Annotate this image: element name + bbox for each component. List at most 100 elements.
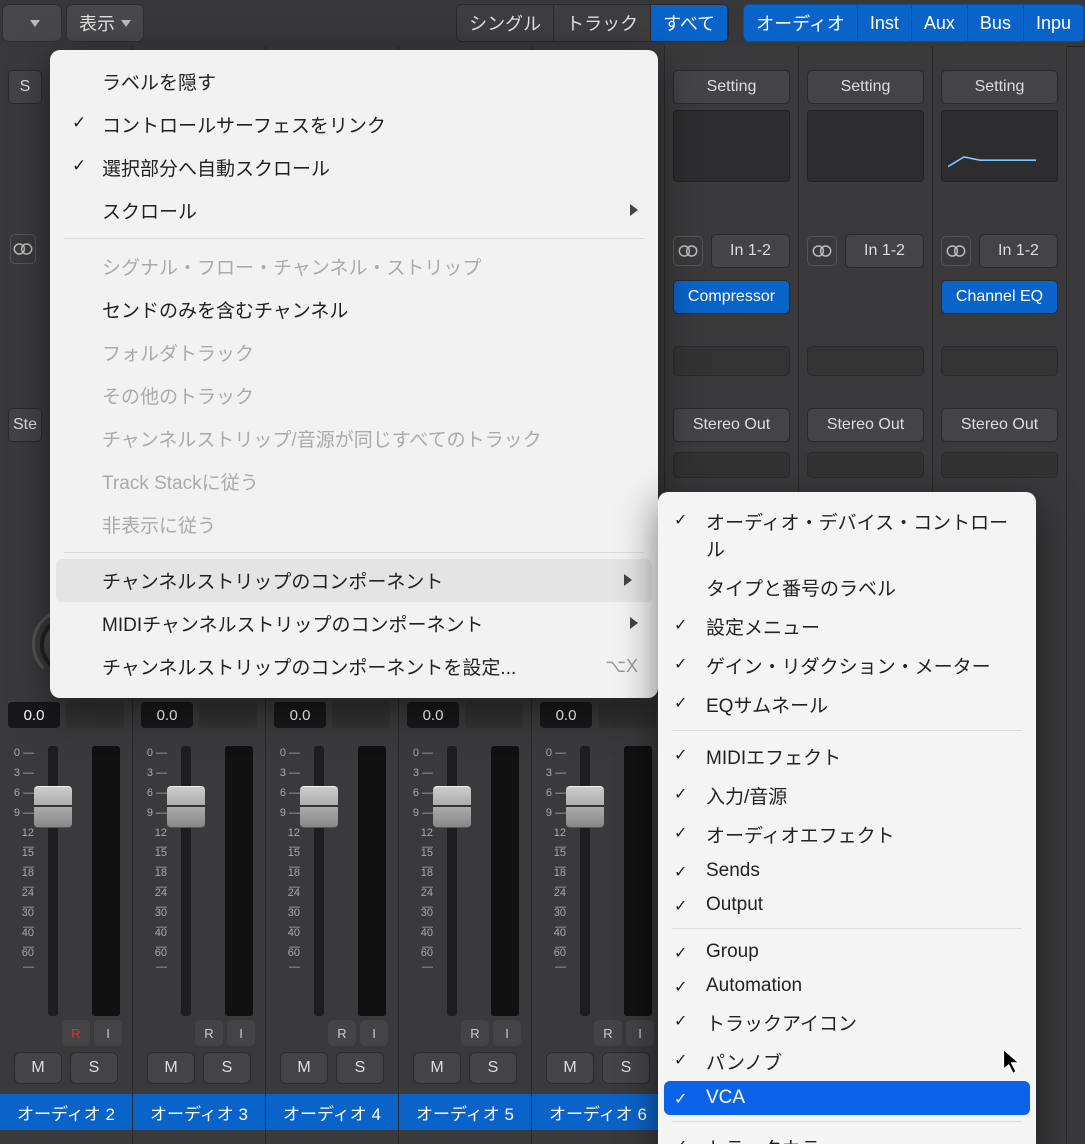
fader-cap[interactable] — [566, 786, 604, 828]
input-slot[interactable]: In 1-2 — [711, 234, 790, 268]
output-slot[interactable]: Ste — [8, 408, 42, 442]
filter-tabs-center: シングルトラックすべて — [456, 4, 729, 42]
submenu-item[interactable]: ✓トラックアイコン — [658, 1003, 1036, 1042]
menu-item[interactable]: スクロール — [50, 189, 658, 232]
empty-slot[interactable] — [673, 346, 790, 376]
menu-item[interactable]: チャンネルストリップのコンポーネントを設定...⌥X — [50, 645, 658, 688]
input-monitor-button[interactable]: I — [493, 1020, 521, 1046]
solo-button[interactable]: S — [336, 1052, 384, 1084]
eq-thumbnail[interactable] — [941, 110, 1058, 182]
menu-item[interactable]: ラベルを隠す — [50, 60, 658, 103]
track-name-label[interactable]: オーディオ 4 — [266, 1094, 398, 1130]
submenu-item[interactable]: ✓入力/音源 — [658, 776, 1036, 815]
type-tab-Inst[interactable]: Inst — [858, 5, 912, 41]
filter-tab-すべて[interactable]: すべて — [651, 5, 728, 41]
level-meter — [358, 746, 386, 1016]
submenu-item[interactable]: ✓オーディオエフェクト — [658, 815, 1036, 854]
submenu-item[interactable]: ✓Sends — [658, 854, 1036, 888]
insert-slot[interactable]: Compressor — [673, 280, 790, 314]
fader-cap[interactable] — [167, 786, 205, 828]
input-monitor-button[interactable]: I — [626, 1020, 654, 1046]
checkmark-icon: ✓ — [674, 784, 687, 804]
stereo-icon[interactable] — [673, 236, 703, 266]
output-slot[interactable]: Stereo Out — [673, 408, 790, 442]
submenu-item[interactable]: ✓Automation — [658, 969, 1036, 1003]
empty-slot[interactable] — [941, 346, 1058, 376]
track-name-label[interactable]: オーディオ 5 — [399, 1094, 531, 1130]
setting-button[interactable]: Setting — [941, 70, 1058, 104]
fader-cap[interactable] — [300, 786, 338, 828]
solo-button[interactable]: S — [203, 1052, 251, 1084]
toolbar-dropdown-left[interactable] — [2, 4, 62, 42]
submenu-item[interactable]: ✓VCA — [664, 1081, 1030, 1115]
menu-item[interactable]: チャンネルストリップのコンポーネント — [56, 559, 652, 602]
menu-item[interactable]: MIDIチャンネルストリップのコンポーネント — [50, 602, 658, 645]
fader-cap[interactable] — [433, 786, 471, 828]
record-enable-button[interactable]: R — [328, 1020, 356, 1046]
input-slot[interactable]: In 1-2 — [979, 234, 1058, 268]
stereo-icon[interactable] — [807, 236, 837, 266]
solo-button[interactable]: S — [469, 1052, 517, 1084]
submenu-item[interactable]: ✓MIDIエフェクト — [658, 737, 1036, 776]
menu-item[interactable]: ✓選択部分へ自動スクロール — [50, 146, 658, 189]
output-slot[interactable]: Stereo Out — [807, 408, 924, 442]
input-monitor-button[interactable]: I — [94, 1020, 122, 1046]
mute-button[interactable]: M — [546, 1052, 594, 1084]
fader-area: 0 —3 —6 —9 —12 —15 —18 —24 —30 —40 —60 — — [399, 746, 531, 1016]
output-slot[interactable]: Stereo Out — [941, 408, 1058, 442]
submenu-item[interactable]: ✓EQサムネール — [658, 685, 1036, 724]
empty-slot[interactable] — [807, 452, 924, 478]
solo-button[interactable]: S — [70, 1052, 118, 1084]
input-slot[interactable]: In 1-2 — [845, 234, 924, 268]
track-name-label[interactable]: オーディオ 2 — [0, 1094, 132, 1130]
type-tab-Bus[interactable]: Bus — [968, 5, 1024, 41]
mute-button[interactable]: M — [280, 1052, 328, 1084]
eq-thumbnail[interactable] — [673, 110, 790, 182]
menu-item: チャンネルストリップ/音源が同じすべてのトラック — [50, 417, 658, 460]
mute-button[interactable]: M — [413, 1052, 461, 1084]
track-name-label[interactable]: オーディオ 3 — [133, 1094, 265, 1130]
input-monitor-button[interactable]: I — [227, 1020, 255, 1046]
fader-cap[interactable] — [34, 786, 72, 828]
eq-thumbnail[interactable] — [807, 110, 924, 182]
mute-button[interactable]: M — [14, 1052, 62, 1084]
submenu-item[interactable]: ✓トラックカラー — [658, 1128, 1036, 1144]
submenu-item[interactable]: ✓Output — [658, 888, 1036, 922]
fader-ruler: 0 —3 —6 —9 —12 —15 —18 —24 —30 —40 —60 — — [8, 746, 38, 966]
record-enable-button[interactable]: R — [461, 1020, 489, 1046]
record-enable-button[interactable]: R — [594, 1020, 622, 1046]
view-menu-button[interactable]: 表示 — [66, 4, 144, 42]
input-monitor-button[interactable]: I — [360, 1020, 388, 1046]
submenu-item[interactable]: ✓設定メニュー — [658, 607, 1036, 646]
submenu-item[interactable]: ✓オーディオ・デバイス・コントロール — [658, 502, 1036, 568]
filter-tab-シングル[interactable]: シングル — [457, 5, 554, 41]
checkmark-icon: ✓ — [674, 654, 687, 674]
menu-item[interactable]: ✓コントロールサーフェスをリンク — [50, 103, 658, 146]
empty-slot[interactable] — [941, 452, 1058, 478]
setting-button[interactable]: Setting — [673, 70, 790, 104]
submenu-item[interactable]: ✓ゲイン・リダクション・メーター — [658, 646, 1036, 685]
empty-slot[interactable] — [807, 346, 924, 376]
setting-button[interactable]: S — [8, 70, 42, 104]
solo-button[interactable]: S — [602, 1052, 650, 1084]
level-meter — [491, 746, 519, 1016]
type-tab-オーディオ[interactable]: オーディオ — [744, 5, 858, 41]
record-enable-button[interactable]: R — [62, 1020, 90, 1046]
submenu-item[interactable]: ✓Group — [658, 935, 1036, 969]
type-tab-Inpu[interactable]: Inpu — [1024, 5, 1084, 41]
insert-slot[interactable]: Channel EQ — [941, 280, 1058, 314]
track-name-label[interactable]: オーディオ 6 — [532, 1094, 664, 1130]
filter-tab-トラック[interactable]: トラック — [554, 5, 651, 41]
mute-button[interactable]: M — [147, 1052, 195, 1084]
submenu-item[interactable]: ✓パンノブ — [658, 1042, 1036, 1081]
submenu-item-label: オーディオ・デバイス・コントロール — [706, 513, 1008, 561]
peak-level-box — [332, 702, 390, 728]
record-enable-button[interactable]: R — [195, 1020, 223, 1046]
submenu-item[interactable]: タイプと番号のラベル — [658, 568, 1036, 607]
type-tab-Aux[interactable]: Aux — [912, 5, 968, 41]
empty-slot[interactable] — [673, 452, 790, 478]
stereo-icon[interactable] — [10, 234, 36, 264]
setting-button[interactable]: Setting — [807, 70, 924, 104]
stereo-icon[interactable] — [941, 236, 971, 266]
menu-item[interactable]: センドのみを含むチャンネル — [50, 288, 658, 331]
